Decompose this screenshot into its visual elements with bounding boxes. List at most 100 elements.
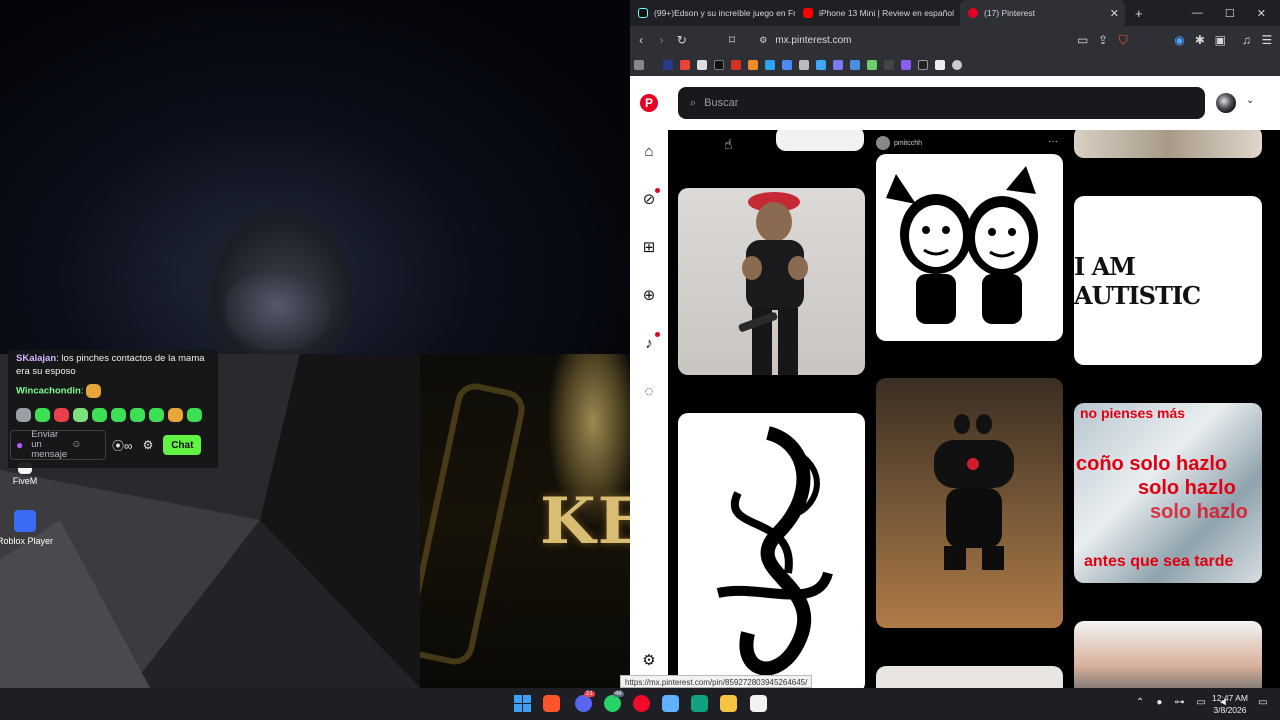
chatgpt-icon[interactable] — [691, 695, 708, 712]
blob-emote-icon[interactable] — [73, 408, 88, 422]
pin-image[interactable] — [876, 378, 1063, 628]
reload-icon[interactable]: ↻ — [675, 33, 689, 47]
create-icon[interactable]: ⊕ — [636, 284, 662, 306]
share-icon[interactable]: ⇪ — [1096, 33, 1110, 47]
desktop-icon-roblox[interactable]: Roblox Player — [0, 510, 55, 546]
new-tab-button[interactable]: + — [1135, 6, 1143, 21]
music-icon[interactable]: ♫ — [1239, 33, 1253, 47]
bookmark-icon[interactable] — [731, 60, 741, 70]
chat-input[interactable]: ● Enviar un mensaje ☺ — [10, 430, 106, 460]
bookmark-icon[interactable]: ⌑ — [725, 33, 739, 47]
app-icon[interactable] — [750, 695, 767, 712]
pin-text-image[interactable]: I AM AUTISTIC — [1074, 196, 1262, 365]
bookmark-icon[interactable] — [833, 60, 843, 70]
home-icon[interactable]: ⌂ — [636, 140, 662, 162]
maximize-icon[interactable]: ☐ — [1225, 7, 1235, 20]
explore-icon[interactable]: ⊘ — [636, 188, 662, 210]
pin-author[interactable]: pmitcchh — [876, 136, 922, 150]
bookmark-icon[interactable] — [884, 60, 894, 70]
bookmark-icon[interactable] — [782, 60, 792, 70]
close-window-icon[interactable]: ✕ — [1257, 7, 1266, 20]
time: 12:47 AM — [1212, 693, 1248, 703]
menu-icon[interactable]: ☰ — [1260, 33, 1274, 47]
frog-emote-icon[interactable] — [187, 408, 202, 422]
pin-image[interactable] — [876, 154, 1063, 341]
frog-emote-icon[interactable] — [149, 408, 164, 422]
tab-tiktok[interactable]: (99+)Edson y su increíble juego en Fr — [630, 0, 795, 26]
site-info-icon[interactable]: ⚙ — [759, 35, 767, 46]
chevron-up-icon[interactable]: ⌃ — [1136, 697, 1144, 708]
pin-partial-top[interactable] — [1074, 126, 1262, 158]
bookmark-icon[interactable] — [952, 60, 962, 70]
frog-emote-icon[interactable] — [111, 408, 126, 422]
bookmark-icon[interactable] — [850, 60, 860, 70]
search-input[interactable]: ⌕ Buscar — [678, 87, 1205, 119]
emoji-icon[interactable]: ☺ — [71, 440, 81, 450]
bookmark-icon[interactable] — [935, 60, 945, 70]
pin-partial-bottom[interactable] — [1074, 621, 1262, 688]
pin-partial-bottom[interactable] — [876, 666, 1063, 688]
notifications-icon[interactable]: ♪ — [636, 332, 662, 354]
points-icon[interactable]: ⦿∞ — [112, 437, 133, 454]
brave-icon[interactable] — [543, 695, 560, 712]
messages-icon[interactable]: ◌ — [636, 380, 662, 402]
boards-icon[interactable]: ⊞ — [636, 236, 662, 258]
more-options-icon[interactable]: ··· — [1048, 136, 1058, 147]
bookmark-icon[interactable] — [765, 60, 775, 70]
frog-emote-icon[interactable] — [92, 408, 107, 422]
bookmark-icon[interactable] — [867, 60, 877, 70]
network-icon[interactable]: ▭ — [1196, 697, 1205, 708]
sword-emote-icon[interactable] — [16, 408, 31, 422]
bookmark-icon[interactable] — [901, 60, 911, 70]
clock[interactable]: 12:47 AM 3/8/2026 — [1212, 692, 1248, 716]
desktop-icon-label: FiveM — [12, 476, 38, 486]
face-emote-icon[interactable] — [168, 408, 183, 422]
media-player-icon[interactable] — [633, 695, 650, 712]
forward-icon[interactable]: › — [654, 33, 668, 47]
profile-avatar[interactable] — [1216, 93, 1236, 113]
pin-image[interactable] — [678, 413, 865, 688]
usb-icon[interactable]: ⊶ — [1174, 697, 1184, 708]
apps-icon[interactable] — [634, 60, 644, 70]
bookmark-icon[interactable] — [714, 60, 724, 70]
bookmark-icon[interactable] — [799, 60, 809, 70]
bookmark-icon[interactable] — [663, 60, 673, 70]
desktop: KER FiveM Roblox Player SKalajan: los pi… — [0, 0, 630, 688]
back-icon[interactable]: ‹ — [634, 33, 648, 47]
whatsapp-icon[interactable] — [604, 695, 621, 712]
cast-icon[interactable]: ▭ — [1076, 33, 1090, 47]
extensions-icon[interactable]: ✱ — [1193, 33, 1207, 47]
file-explorer-icon[interactable] — [720, 695, 737, 712]
chat-controls: ⦿∞ ⚙ Chat — [112, 435, 202, 455]
brave-shield-icon[interactable]: ⛉ — [1116, 33, 1130, 48]
pinterest-logo-button[interactable]: P — [636, 92, 662, 114]
discord-icon[interactable] — [575, 695, 592, 712]
tab-pinterest[interactable]: (17) Pinterest ✕ — [960, 0, 1125, 26]
frog-emote-icon[interactable] — [35, 408, 50, 422]
settings-icon[interactable]: ⚙ — [636, 649, 662, 671]
windows-start-icon[interactable] — [514, 695, 531, 712]
minimize-icon[interactable]: — — [1192, 7, 1203, 20]
address-bar[interactable]: ⚙ mx.pinterest.com — [759, 35, 1037, 46]
bookmark-icon[interactable] — [697, 60, 707, 70]
frog-emote-icon[interactable] — [130, 408, 145, 422]
bookmark-icon[interactable] — [748, 60, 758, 70]
notifications-icon[interactable]: ▭ — [1258, 697, 1267, 708]
pin-meme-image[interactable]: no pienses más coño solo hazlo solo hazl… — [1074, 403, 1262, 583]
face-emote-icon[interactable] — [54, 408, 69, 422]
bookmark-icon[interactable] — [918, 60, 928, 70]
chat-button[interactable]: Chat — [163, 435, 202, 455]
bookmark-icon[interactable] — [816, 60, 826, 70]
close-tab-icon[interactable]: ✕ — [1110, 7, 1119, 20]
mic-icon[interactable]: ● — [1156, 697, 1162, 708]
chevron-down-icon[interactable]: ⌄ — [1246, 95, 1254, 106]
settings-icon[interactable]: ⚙ — [143, 438, 154, 452]
mic-icon[interactable]: ● — [16, 439, 23, 451]
notepad-icon[interactable] — [662, 695, 679, 712]
gmail-icon[interactable] — [680, 60, 690, 70]
tab-youtube[interactable]: iPhone 13 Mini | Review en español — [795, 0, 960, 26]
wallet-icon[interactable]: ◉ — [1172, 33, 1186, 47]
sidebar-icon[interactable]: ▣ — [1213, 33, 1227, 47]
pin-image[interactable] — [678, 188, 865, 375]
pinterest-logo-icon: P — [640, 94, 658, 112]
